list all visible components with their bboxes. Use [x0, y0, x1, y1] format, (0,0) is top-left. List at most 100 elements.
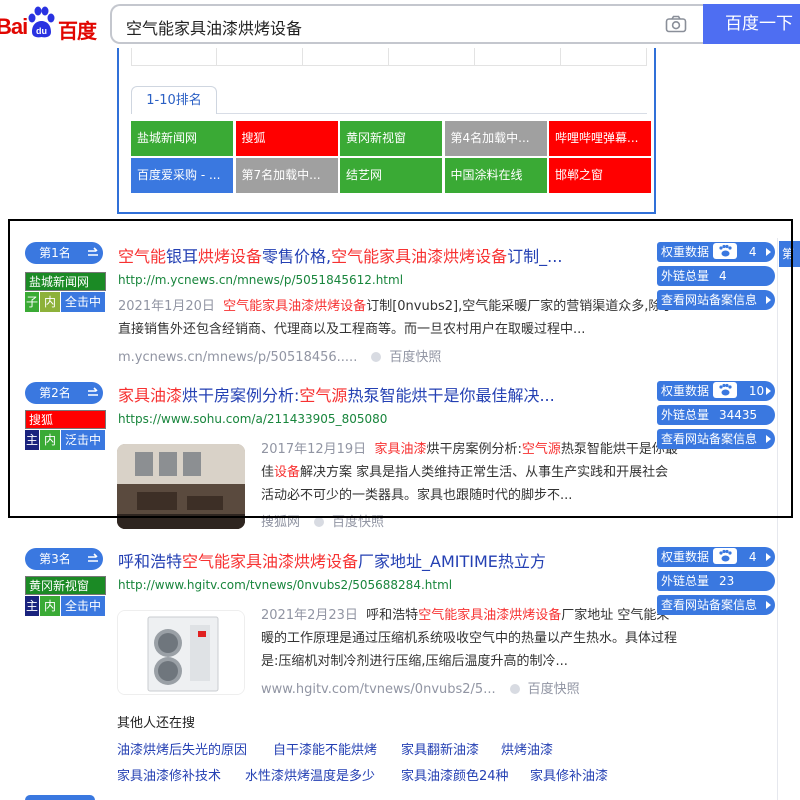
rank-badge: 第2名: [25, 382, 103, 404]
site-name: 搜狐: [25, 410, 106, 429]
backlinks-value: 4: [719, 269, 727, 283]
weight-value: 4: [748, 550, 757, 564]
icp-info-button[interactable]: 查看网站备案信息: [657, 290, 775, 310]
related-link[interactable]: 烘烤油漆: [501, 739, 553, 758]
snapshot-link[interactable]: 百度快照: [528, 682, 580, 697]
backlinks-button[interactable]: 外链总量 23: [657, 571, 775, 591]
svg-text:du: du: [36, 26, 47, 36]
header: Bai du 百度 空气能家具油漆烘烤设备 百度一下: [0, 0, 800, 48]
tag-type: 子: [25, 292, 39, 312]
backlinks-button[interactable]: 外链总量 4: [657, 266, 775, 286]
result-url[interactable]: http://m.ycnews.cn/mnews/p/5051845612.ht…: [118, 273, 403, 287]
weight-data-button[interactable]: 权重数据 4: [657, 547, 775, 567]
weight-value: 10: [748, 384, 765, 398]
result-date: 2021年1月20日: [118, 299, 215, 314]
tag-type: 主: [25, 430, 39, 450]
ranking-top-row: [131, 48, 647, 66]
site-name: 盐城新闻网: [25, 272, 106, 291]
related-link[interactable]: 家具修补油漆: [530, 765, 608, 784]
tag-type: 主: [25, 596, 39, 616]
related-searches-title: 其他人还在搜: [117, 716, 196, 731]
arrow-right-icon: [766, 601, 771, 609]
site-badge: 盐城新闻网 子 内 全击中: [25, 272, 106, 312]
tag-match: 全击中: [61, 292, 105, 312]
result-title[interactable]: 家具油漆烘干房案例分析:空气源热泵智能烘干是你最佳解决...: [118, 382, 555, 406]
weight-data-button[interactable]: 权重数据 10: [657, 381, 775, 401]
ranking-cell[interactable]: 中国涂料在线: [444, 158, 547, 193]
ranking-cell[interactable]: 第7名加载中...: [235, 158, 338, 193]
arrow-right-icon: [766, 553, 771, 561]
result-source[interactable]: www.hgitv.com/tvnews/0nvubs2/5...: [261, 682, 496, 697]
weight-data-button[interactable]: 权重数据 4: [657, 242, 775, 262]
ranking-grid: 盐城新闻网 搜狐 黄冈新视窗 第4名加载中... 哔哩哔哩弹幕... 百度爱采购…: [131, 121, 651, 195]
next-rank-badge: [25, 795, 95, 800]
right-sidebar: [777, 238, 800, 800]
result-abstract: 2017年12月19日 家具油漆烘干房案例分析:空气源热泵智能烘干是你最佳设备解…: [261, 438, 681, 507]
arrow-right-icon: [766, 387, 771, 395]
icp-label: 查看网站备案信息: [661, 598, 758, 612]
rank-badge: 第3名: [25, 548, 103, 570]
result-title[interactable]: 呼和浩特空气能家具油漆烘烤设备厂家地址_AMITIME热立方: [118, 548, 546, 572]
snapshot-icon: [509, 684, 520, 694]
ranking-cell[interactable]: 搜狐: [235, 121, 338, 156]
related-link[interactable]: 油漆烘烤后失光的原因: [117, 739, 247, 758]
baidu-logo[interactable]: Bai du 百度: [0, 6, 100, 43]
result-date: 2017年12月19日: [261, 442, 367, 457]
ranking-cell[interactable]: 邯郸之窗: [549, 158, 651, 193]
link-icon: [83, 242, 103, 264]
icp-info-button[interactable]: 查看网站备案信息: [657, 429, 775, 449]
arrow-right-icon: [766, 296, 771, 304]
ranking-cell[interactable]: 第4名加载中...: [444, 121, 547, 156]
search-query[interactable]: 空气能家具油漆烘烤设备: [126, 15, 302, 39]
search-input[interactable]: 空气能家具油漆烘烤设备: [110, 4, 703, 44]
paw-icon: [713, 382, 738, 398]
backlinks-value: 34435: [719, 408, 758, 422]
related-link[interactable]: 自干漆能不能烘烤: [273, 739, 377, 758]
backlinks-label: 外链总量: [661, 574, 710, 588]
paw-icon: [713, 548, 738, 564]
search-button[interactable]: 百度一下: [703, 4, 800, 44]
tag-inner: 内: [40, 292, 60, 312]
ranking-cell[interactable]: 百度爱采购 - ...: [131, 158, 233, 193]
rank-badge: 第1名: [25, 242, 103, 264]
result-url[interactable]: https://www.sohu.com/a/211433905_805080: [118, 412, 387, 426]
tag-match: 泛击中: [61, 430, 105, 450]
ranking-cell[interactable]: 黄冈新视窗: [340, 121, 442, 156]
ranking-cell[interactable]: 哔哩哔哩弹幕...: [549, 121, 651, 156]
snapshot-link[interactable]: 百度快照: [332, 515, 384, 530]
ranking-cell[interactable]: 盐城新闻网: [131, 121, 233, 156]
baidu-paw-icon: du: [28, 6, 55, 38]
result-abstract: 2021年2月23日 呼和浩特空气能家具油漆烘烤设备厂家地址 空气能采暖的工作原…: [261, 604, 681, 673]
backlinks-label: 外链总量: [661, 408, 710, 422]
snapshot-icon: [314, 517, 325, 527]
tab-ranking-1-10[interactable]: 1-10排名: [131, 86, 217, 114]
related-link[interactable]: 家具翻新油漆: [401, 739, 479, 758]
result-thumbnail[interactable]: [117, 444, 245, 529]
weight-value: 4: [748, 245, 757, 259]
right-tab[interactable]: 第: [779, 241, 800, 267]
result-source[interactable]: 搜狐网: [261, 515, 300, 530]
icp-info-button[interactable]: 查看网站备案信息: [657, 595, 775, 615]
related-link[interactable]: 家具油漆修补技术: [117, 765, 221, 784]
result-title[interactable]: 空气能银耳烘烤设备零售价格,空气能家具油漆烘烤设备订制_...: [118, 243, 562, 267]
weight-label: 权重数据: [661, 550, 710, 564]
backlinks-button[interactable]: 外链总量 34435: [657, 405, 775, 425]
result-footer: 搜狐网 百度快照: [261, 511, 384, 530]
result-thumbnail[interactable]: [117, 610, 245, 695]
snapshot-link[interactable]: 百度快照: [389, 350, 441, 365]
backlinks-label: 外链总量: [661, 269, 710, 283]
result-abstract: 2021年1月20日 空气能家具油漆烘烤设备订制[0nvubs2],空气能采暖厂…: [118, 295, 680, 341]
result-url[interactable]: http://www.hgitv.com/tvnews/0nvubs2/5056…: [118, 578, 452, 592]
related-link[interactable]: 水性漆烘烤温度是多少: [245, 765, 375, 784]
link-icon: [83, 382, 103, 404]
backlinks-value: 23: [719, 574, 735, 588]
related-link[interactable]: 家具油漆颜色24种: [401, 765, 509, 784]
ranking-cell[interactable]: 结艺网: [340, 158, 442, 193]
camera-icon[interactable]: [665, 15, 687, 33]
tag-inner: 内: [40, 430, 60, 450]
rank-label: 第1名: [25, 242, 85, 264]
rank-label: 第2名: [25, 382, 85, 404]
result-footer: m.ycnews.cn/mnews/p/50518456..... 百度快照: [118, 346, 441, 365]
link-icon: [83, 548, 103, 570]
result-source[interactable]: m.ycnews.cn/mnews/p/50518456.....: [118, 350, 357, 365]
